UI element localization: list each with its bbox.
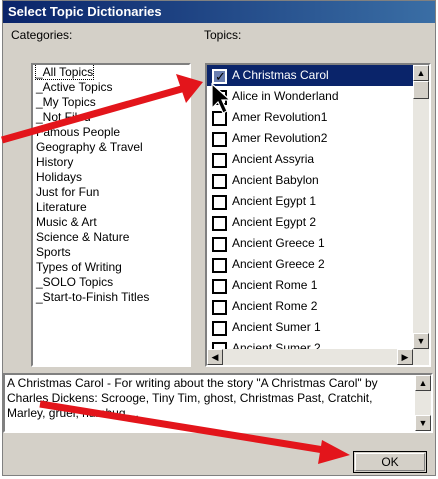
topic-label: Ancient Egypt 2 bbox=[232, 215, 317, 229]
triangle-down-icon[interactable]: ▼ bbox=[413, 333, 429, 349]
category-item[interactable]: Famous People bbox=[33, 125, 189, 140]
topic-row[interactable]: Amer Revolution2 bbox=[207, 128, 413, 149]
topic-label: Ancient Rome 2 bbox=[232, 299, 318, 313]
category-item[interactable]: _All Topics bbox=[33, 65, 189, 80]
topic-row[interactable]: ✓ A Christmas Carol bbox=[207, 65, 413, 86]
topic-label: Ancient Greece 2 bbox=[232, 257, 325, 271]
topic-label: Ancient Babylon bbox=[232, 173, 319, 187]
category-item-label: Just for Fun bbox=[36, 185, 100, 199]
select-topic-dialog: Select Topic Dictionaries Categories: To… bbox=[2, 0, 436, 476]
topic-row[interactable]: Ancient Rome 2 bbox=[207, 296, 413, 317]
description-text: A Christmas Carol - For writing about th… bbox=[7, 376, 378, 420]
category-item-label: _My Topics bbox=[36, 95, 96, 109]
scroll-thumb[interactable] bbox=[413, 81, 429, 99]
triangle-right-icon[interactable]: ▶ bbox=[397, 349, 413, 365]
topic-row[interactable]: Ancient Rome 1 bbox=[207, 275, 413, 296]
checkmark-icon: ✓ bbox=[215, 69, 226, 84]
category-item-label: Literature bbox=[36, 200, 87, 214]
topic-label: Amer Revolution2 bbox=[232, 131, 328, 145]
topic-checkbox[interactable] bbox=[212, 300, 227, 315]
category-item-label: _Active Topics bbox=[36, 80, 113, 94]
topic-checkbox[interactable] bbox=[212, 174, 227, 189]
topic-label: Amer Revolution1 bbox=[232, 110, 328, 124]
category-item-label: _Not Filed bbox=[36, 110, 91, 124]
topic-checkbox[interactable] bbox=[212, 90, 227, 105]
topic-checkbox[interactable] bbox=[212, 279, 227, 294]
topic-label: Alice in Wonderland bbox=[232, 89, 339, 103]
categories-listbox[interactable]: _All Topics _Active Topics _My Topics _Not … bbox=[31, 63, 191, 367]
category-item[interactable]: _Not Filed bbox=[33, 110, 189, 125]
category-item-label: History bbox=[36, 155, 74, 169]
category-item[interactable]: Sports bbox=[33, 245, 189, 260]
topic-checkbox[interactable] bbox=[212, 258, 227, 273]
topic-label: A Christmas Carol bbox=[232, 68, 329, 82]
topic-row[interactable]: Alice in Wonderland bbox=[207, 86, 413, 107]
triangle-left-icon[interactable]: ◀ bbox=[207, 349, 223, 365]
category-item-label: Geography & Travel bbox=[36, 140, 143, 154]
category-item-label: Science & Nature bbox=[36, 230, 130, 244]
category-item[interactable]: Types of Writing bbox=[33, 260, 189, 275]
description-scrollbar[interactable]: ▲ ▼ bbox=[415, 375, 431, 431]
topic-checkbox[interactable] bbox=[212, 321, 227, 336]
category-item[interactable]: _Start-to-Finish Titles bbox=[33, 290, 189, 305]
dialog-title: Select Topic Dictionaries bbox=[3, 1, 435, 23]
categories-label: Categories: bbox=[11, 28, 73, 42]
topics-label: Topics: bbox=[204, 28, 242, 42]
category-item[interactable]: Just for Fun bbox=[33, 185, 189, 200]
topic-label: Ancient Assyria bbox=[232, 152, 315, 166]
topic-row[interactable]: Ancient Greece 2 bbox=[207, 254, 413, 275]
ok-button[interactable]: OK bbox=[353, 451, 427, 473]
category-item[interactable]: History bbox=[33, 155, 189, 170]
topic-checkbox[interactable] bbox=[212, 216, 227, 231]
category-item-label: Sports bbox=[36, 245, 71, 259]
category-item-label: _Start-to-Finish Titles bbox=[36, 290, 150, 304]
category-item-label: _SOLO Topics bbox=[36, 275, 114, 289]
topic-label: Ancient Sumer 1 bbox=[232, 320, 321, 334]
category-item[interactable]: Science & Nature bbox=[33, 230, 189, 245]
topics-listbox[interactable]: ✓ A Christmas Carol Alice in Wonderland Ame… bbox=[205, 63, 431, 367]
category-item[interactable]: Music & Art bbox=[33, 215, 189, 230]
category-item[interactable]: Geography & Travel bbox=[33, 140, 189, 155]
topic-row[interactable]: Ancient Sumer 1 bbox=[207, 317, 413, 338]
category-item-label: _All Topics bbox=[34, 65, 95, 80]
topic-row[interactable]: Ancient Egypt 2 bbox=[207, 212, 413, 233]
topics-vertical-scrollbar[interactable]: ▲ ▼ bbox=[413, 65, 429, 365]
topic-row[interactable]: Ancient Assyria bbox=[207, 149, 413, 170]
topic-checkbox[interactable] bbox=[212, 195, 227, 210]
category-item[interactable]: _My Topics bbox=[33, 95, 189, 110]
topic-row[interactable]: Amer Revolution1 bbox=[207, 107, 413, 128]
topic-row[interactable]: Ancient Greece 1 bbox=[207, 233, 413, 254]
topic-checkbox[interactable] bbox=[212, 237, 227, 252]
topic-description-box[interactable]: A Christmas Carol - For writing about th… bbox=[3, 373, 433, 433]
topics-horizontal-scrollbar[interactable]: ◀ ▶ bbox=[207, 349, 413, 365]
topic-label: Ancient Rome 1 bbox=[232, 278, 318, 292]
topic-checkbox[interactable] bbox=[212, 153, 227, 168]
topic-checkbox[interactable]: ✓ bbox=[212, 69, 227, 84]
triangle-up-icon[interactable]: ▲ bbox=[415, 375, 431, 391]
category-item[interactable]: _SOLO Topics bbox=[33, 275, 189, 290]
topic-checkbox[interactable] bbox=[212, 132, 227, 147]
category-item-label: Types of Writing bbox=[36, 260, 122, 274]
topic-row[interactable]: Ancient Babylon bbox=[207, 170, 413, 191]
topic-row[interactable]: Ancient Egypt 1 bbox=[207, 191, 413, 212]
topic-label: Ancient Egypt 1 bbox=[232, 194, 317, 208]
category-item-label: Holidays bbox=[36, 170, 83, 184]
category-item-label: Famous People bbox=[36, 125, 121, 139]
category-item[interactable]: _Active Topics bbox=[33, 80, 189, 95]
category-item-label: Music & Art bbox=[36, 215, 97, 229]
topic-checkbox[interactable] bbox=[212, 111, 227, 126]
topic-label: Ancient Greece 1 bbox=[232, 236, 325, 250]
triangle-down-icon[interactable]: ▼ bbox=[415, 415, 431, 431]
category-item[interactable]: Literature bbox=[33, 200, 189, 215]
category-item[interactable]: Holidays bbox=[33, 170, 189, 185]
triangle-up-icon[interactable]: ▲ bbox=[413, 65, 429, 81]
